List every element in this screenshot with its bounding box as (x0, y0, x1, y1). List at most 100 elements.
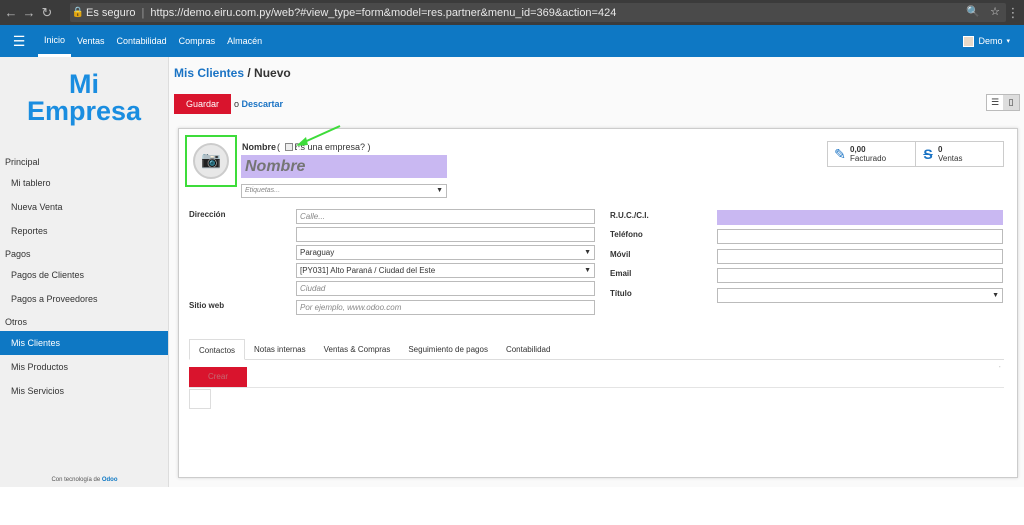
caret-down-icon: ▼ (992, 292, 999, 299)
caret-down-icon: ▼ (584, 249, 591, 256)
stat-button-facturado[interactable]: ✎ 0,00 Facturado (827, 141, 916, 167)
reload-icon[interactable]: ↻ (38, 5, 56, 21)
image-upload[interactable]: 📷 (185, 135, 237, 187)
top-menu-contabilidad[interactable]: Contabilidad (111, 25, 173, 57)
state-select[interactable]: [PY031] Alto Paraná / Ciudad del Este ▼ (296, 263, 595, 278)
address-label: Dirección (189, 210, 226, 219)
email-label: Email (610, 269, 632, 278)
phone-label: Teléfono (610, 230, 643, 239)
app-top-bar: ☰ Inicio Ventas Contabilidad Compras Alm… (0, 25, 1024, 57)
stat-button-ventas[interactable]: S 0 Ventas (915, 141, 1004, 167)
sidebar-item-mi-tablero[interactable]: Mi tablero (0, 171, 168, 195)
name-input[interactable] (241, 155, 447, 178)
strikethrough-s-icon: S (923, 146, 933, 162)
main-content: Mis Clientes / Nuevo Guardar o Descartar… (169, 57, 1024, 487)
zoom-icon[interactable]: 🔍 (966, 5, 980, 18)
powered-brand-link[interactable]: Odoo (102, 477, 118, 483)
form-sheet: 📷 Nombre ( Es una empresa? ) Etiquetas..… (178, 125, 1018, 478)
tab-divider (189, 387, 1004, 388)
browser-chrome: ← → ↻ 🔒 Es seguro | https://demo.eiru.co… (0, 0, 1024, 25)
tab-options-dot: ˙ (999, 367, 1002, 374)
phone-input[interactable] (717, 229, 1003, 244)
caret-down-icon: ▼ (436, 187, 443, 194)
country-value: Paraguay (300, 248, 335, 257)
email-input[interactable] (717, 268, 1003, 283)
facturado-value: 0,00 (850, 145, 866, 154)
save-button[interactable]: Guardar (174, 94, 231, 114)
browser-menu-icon[interactable]: ⋮ (1004, 5, 1022, 21)
facturado-label: Facturado (850, 154, 887, 163)
city-input[interactable]: Ciudad (296, 281, 595, 296)
url-text[interactable]: https://demo.eiru.com.py/web?#view_type=… (150, 7, 616, 19)
logo-line-1: Mi (69, 69, 99, 99)
ruc-label: R.U.C./C.I. (610, 211, 649, 220)
ruc-input[interactable] (717, 210, 1003, 225)
title-select[interactable]: ▼ (717, 288, 1003, 303)
tags-input[interactable]: Etiquetas... ▼ (241, 184, 447, 198)
top-menu-ventas[interactable]: Ventas (71, 25, 111, 57)
state-value: [PY031] Alto Paraná / Ciudad del Este (300, 266, 436, 275)
top-menu-almacen[interactable]: Almacén (221, 25, 268, 57)
lock-icon: 🔒 (71, 7, 85, 18)
ventas-label: Ventas (938, 154, 963, 163)
website-label: Sitio web (189, 301, 225, 310)
caret-down-icon: ▼ (584, 267, 591, 274)
powered-prefix: Con tecnología de (51, 477, 101, 483)
sidebar: Mi Empresa Principal Mi tablero Nueva Ve… (0, 57, 169, 487)
website-input[interactable]: Por ejemplo, www.odoo.com (296, 300, 595, 315)
top-menu-inicio[interactable]: Inicio (38, 25, 72, 57)
sidebar-item-mis-servicios[interactable]: Mis Servicios (0, 379, 168, 403)
notebook-tabs: Contactos Notas internas Ventas & Compra… (189, 339, 1004, 360)
tab-notas-internas[interactable]: Notas internas (245, 339, 315, 360)
caret-down-icon: ▾ (1006, 38, 1010, 45)
hamburger-menu-icon[interactable]: ☰ (0, 33, 38, 50)
sidebar-section-principal: Principal (5, 157, 40, 167)
top-menu-compras[interactable]: Compras (173, 25, 222, 57)
back-icon[interactable]: ← (2, 5, 20, 20)
sidebar-item-pagos-clientes[interactable]: Pagos de Clientes (0, 263, 168, 287)
street2-input[interactable] (296, 227, 595, 242)
tab-seguimiento-pagos[interactable]: Seguimiento de pagos (399, 339, 497, 360)
view-switcher: ☰ ▯ (986, 94, 1020, 111)
avatar (963, 35, 975, 47)
url-separator: | (141, 6, 145, 19)
sidebar-section-pagos: Pagos (5, 249, 31, 259)
user-name: Demo (978, 36, 1003, 46)
discard-group: o Descartar (234, 99, 283, 109)
powered-by: Con tecnología de Odoo (0, 477, 169, 483)
tab-ventas-compras[interactable]: Ventas & Compras (315, 339, 400, 360)
forward-icon[interactable]: → (20, 5, 38, 20)
mouse-cursor-icon (297, 145, 303, 155)
logo-line-2: Empresa (26, 96, 142, 126)
contact-card-placeholder[interactable] (189, 389, 211, 409)
mobile-input[interactable] (717, 249, 1003, 264)
breadcrumb-parent[interactable]: Mis Clientes (174, 66, 244, 80)
sidebar-item-mis-clientes[interactable]: Mis Clientes (0, 331, 168, 355)
breadcrumb-separator: / (244, 66, 255, 80)
sidebar-item-mis-productos[interactable]: Mis Productos (0, 355, 168, 379)
name-label: Nombre (242, 142, 277, 152)
sidebar-section-otros: Otros (5, 317, 28, 327)
edit-icon: ✎ (834, 145, 846, 162)
discard-button[interactable]: Descartar (242, 99, 284, 109)
sidebar-item-pagos-proveedores[interactable]: Pagos a Proveedores (0, 287, 168, 311)
street-input[interactable]: Calle... (296, 209, 595, 224)
user-menu[interactable]: Demo ▾ (963, 25, 1010, 57)
mobile-label: Móvil (610, 250, 631, 259)
form-view-icon[interactable]: ▯ (1003, 95, 1019, 110)
breadcrumb-current: Nuevo (254, 66, 291, 80)
address-bar[interactable]: 🔒 Es seguro | https://demo.eiru.com.py/w… (70, 3, 1006, 22)
tab-contactos[interactable]: Contactos (189, 339, 246, 360)
tags-placeholder: Etiquetas... (245, 187, 281, 194)
list-view-icon[interactable]: ☰ (987, 95, 1003, 110)
create-contact-button[interactable]: Crear (189, 367, 247, 387)
sidebar-item-nueva-venta[interactable]: Nueva Venta (0, 195, 168, 219)
or-label: o (234, 99, 240, 109)
company-logo[interactable]: Mi Empresa (0, 71, 168, 125)
country-select[interactable]: Paraguay ▼ (296, 245, 595, 260)
breadcrumb: Mis Clientes / Nuevo (174, 66, 291, 80)
secure-label: Es seguro (86, 6, 136, 19)
tab-contabilidad[interactable]: Contabilidad (497, 339, 559, 360)
sidebar-item-reportes[interactable]: Reportes (0, 219, 168, 243)
bookmark-star-icon[interactable]: ☆ (990, 5, 1000, 18)
